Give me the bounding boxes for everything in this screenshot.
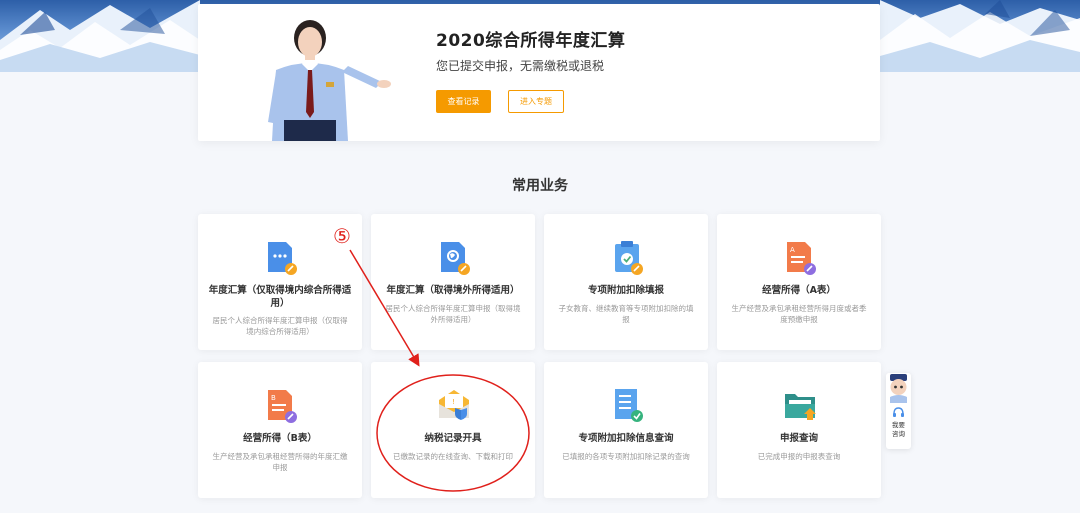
service-card-overseas-settlement[interactable]: 年度汇算（取得境外所得适用） 居民个人综合所得年度汇算申报（取得境外所得适用） — [371, 214, 535, 350]
card-description: 居民个人综合所得年度汇算申报（取得境外所得适用） — [385, 304, 521, 324]
card-title: 纳税记录开具 — [424, 433, 482, 444]
card-description: 生产经营及承包承租经营所得的年度汇缴申报 — [212, 452, 348, 472]
card-title: 年度汇算（仅取得境内综合所得适用） — [208, 285, 352, 309]
service-card-business-income-b[interactable]: B 经营所得（B表） 生产经营及承包承租经营所得的年度汇缴申报 — [198, 362, 362, 498]
card-title: 专项附加扣除填报 — [587, 285, 664, 296]
section-title: 常用业务 — [512, 178, 568, 194]
service-card-deduction-query[interactable]: 专项附加扣除信息查询 已填报的各项专项附加扣除记录的查询 — [544, 362, 708, 498]
annual-settlement-card: 2020综合所得年度汇算 您已提交申报，无需缴税或退税 查看记录 进入专题 — [198, 4, 880, 141]
card-description: 已完成申报的申报表查询 — [757, 452, 841, 461]
view-record-button[interactable]: 查看记录 — [436, 90, 491, 113]
folder-upload-icon — [785, 394, 816, 420]
card-title: 年度汇算（取得境外所得适用） — [386, 285, 520, 296]
card-description: 生产经营及承包承租经营所得月度或者季度预缴申报 — [731, 304, 867, 324]
svg-text:!: ! — [452, 398, 455, 406]
card-description: 已缴款记录的在线查询、下载和打印 — [393, 452, 513, 461]
consult-label: 我要 咨询 — [892, 421, 905, 438]
clipboard-check-icon — [615, 241, 643, 275]
service-card-business-income-a[interactable]: A 经营所得（A表） 生产经营及承包承租经营所得月度或者季度预缴申报 — [717, 214, 881, 350]
list-check-icon — [615, 389, 643, 422]
card-title: 专项附加扣除信息查询 — [578, 433, 674, 444]
svg-text:A: A — [790, 246, 795, 254]
assistant-avatar-icon — [890, 374, 907, 403]
envelope-shield-icon: ! — [439, 390, 469, 420]
hero-subtitle: 您已提交申报，无需缴税或退税 — [436, 59, 605, 73]
card-title: 经营所得（A表） — [762, 285, 836, 296]
card-description: 已填报的各项专项附加扣除记录的查询 — [562, 452, 690, 461]
card-description: 子女教育、继续教育等专项附加扣除的填报 — [558, 304, 694, 324]
consult-widget[interactable]: 我要 咨询 — [886, 373, 911, 449]
card-description: 居民个人综合所得年度汇算申报（仅取得境内综合所得适用） — [212, 316, 348, 336]
headset-icon — [893, 407, 904, 417]
service-card-tax-record[interactable]: ! 纳税记录开具 已缴款记录的在线查询、下载和打印 — [371, 362, 535, 498]
doc-a-icon: A — [787, 242, 816, 275]
card-title: 申报查询 — [779, 433, 818, 444]
service-card-domestic-settlement[interactable]: 年度汇算（仅取得境内综合所得适用） 居民个人综合所得年度汇算申报（仅取得境内综合… — [198, 214, 362, 350]
doc-b-icon: B — [268, 390, 297, 423]
service-card-filing-query[interactable]: 申报查询 已完成申报的申报表查询 — [717, 362, 881, 498]
tax-officer-illustration — [268, 20, 391, 141]
doc-globe-icon — [441, 242, 470, 275]
hero-title: 2020综合所得年度汇算 — [436, 31, 626, 51]
doc-domestic-icon — [268, 242, 297, 275]
svg-text:B: B — [271, 394, 276, 402]
service-card-deduction-filing[interactable]: 专项附加扣除填报 子女教育、继续教育等专项附加扣除的填报 — [544, 214, 708, 350]
card-title: 经营所得（B表） — [243, 433, 317, 444]
enter-topic-button[interactable]: 进入专题 — [508, 90, 564, 113]
